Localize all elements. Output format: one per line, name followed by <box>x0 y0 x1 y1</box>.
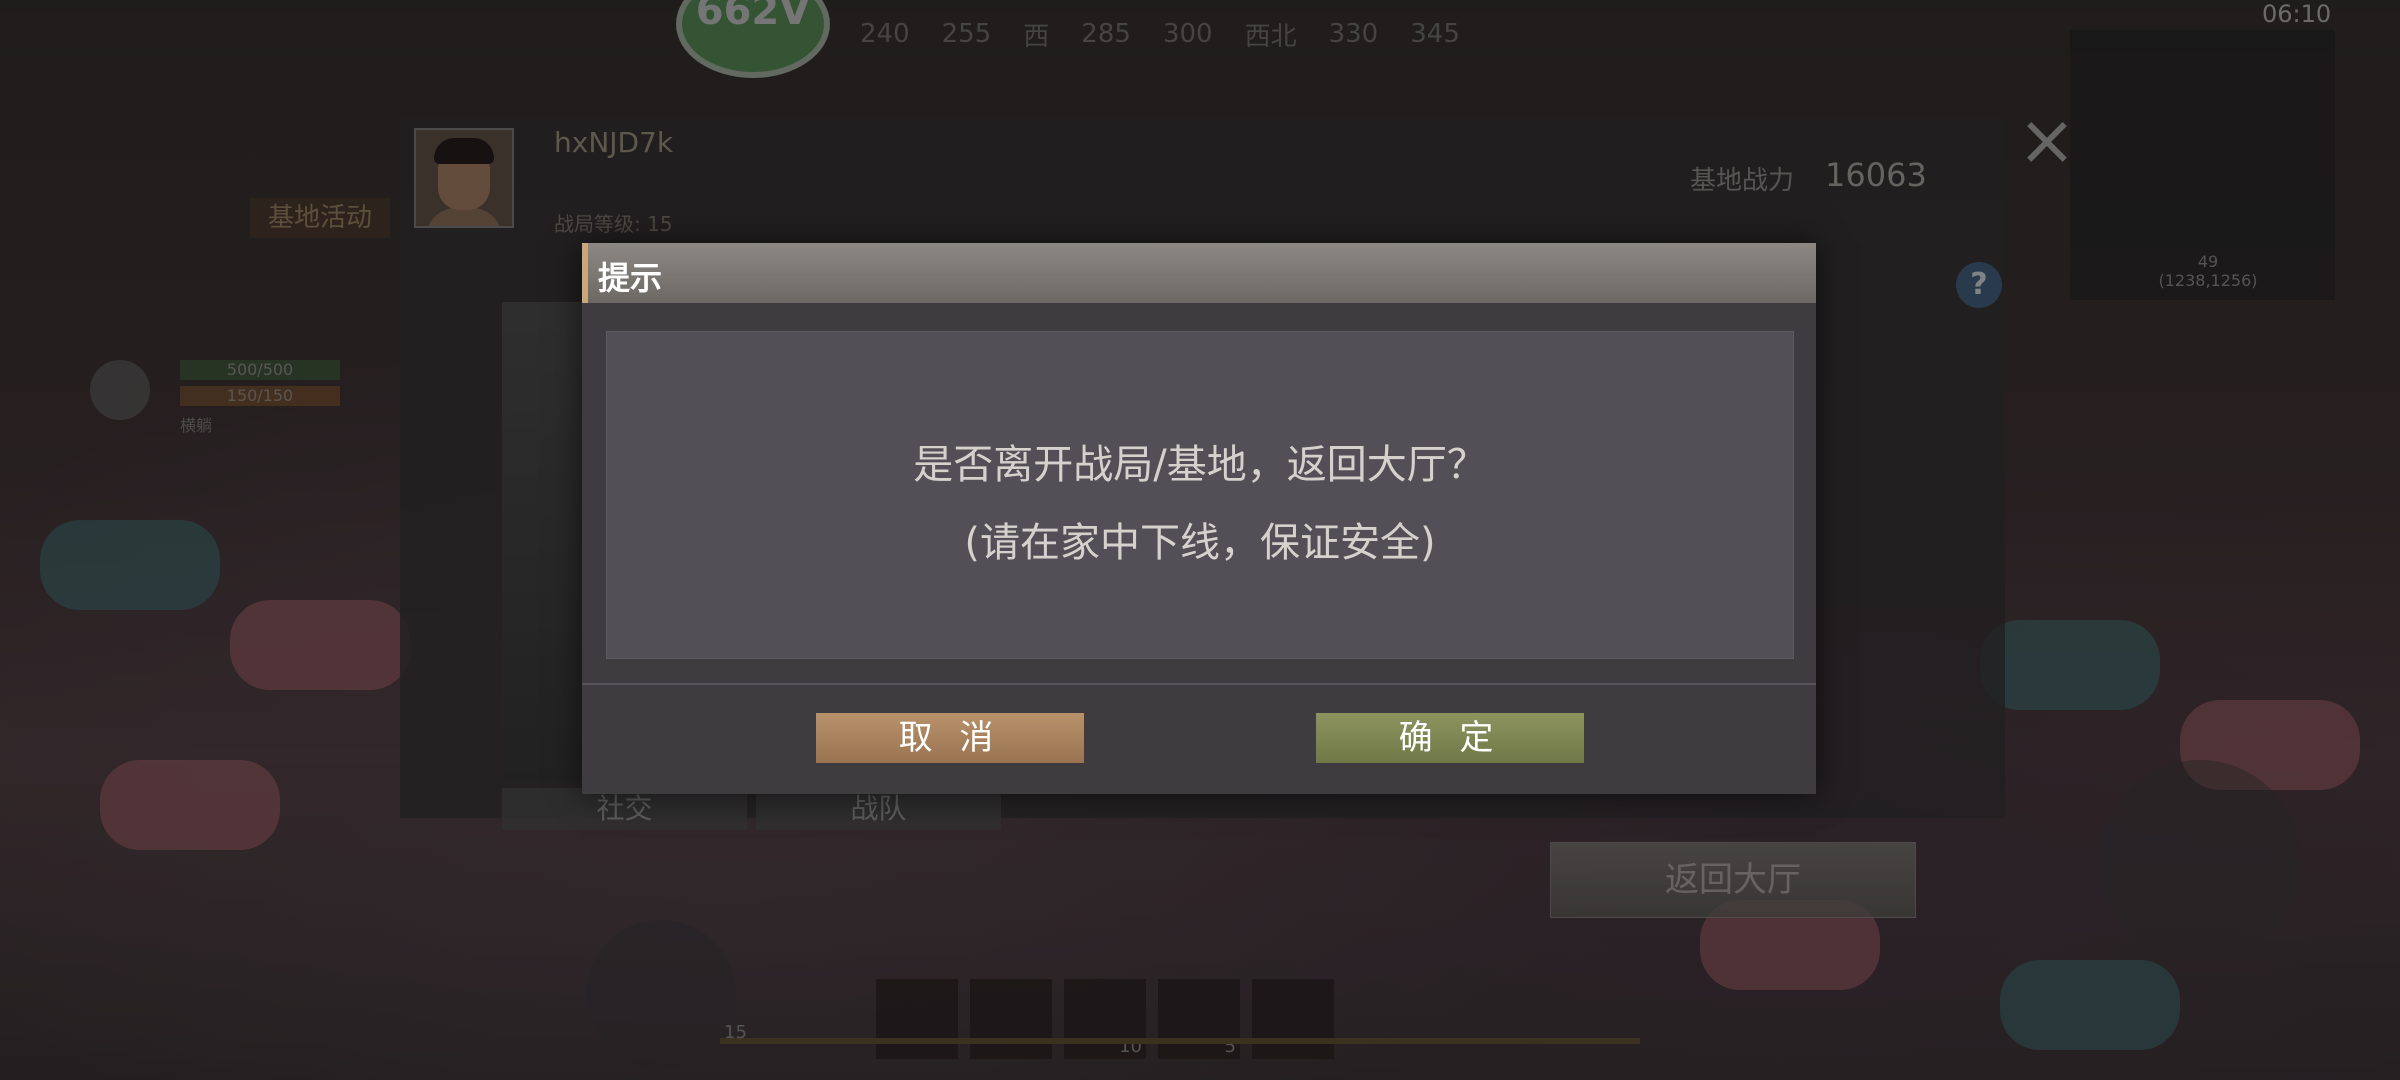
divider <box>582 683 1816 685</box>
header-accent <box>582 243 588 303</box>
dialog-message: 是否离开战局/基地，返回大厅？ <box>913 442 1487 488</box>
dialog-header: 提示 <box>582 243 1816 303</box>
dialog-title: 提示 <box>598 259 663 297</box>
dialog-body: 是否离开战局/基地，返回大厅？ (请在家中下线，保证安全) <box>606 331 1794 659</box>
cancel-button[interactable]: 取 消 <box>816 713 1084 763</box>
confirm-dialog: 提示 是否离开战局/基地，返回大厅？ (请在家中下线，保证安全) 取 消 确 定 <box>582 243 1816 794</box>
dialog-note: (请在家中下线，保证安全) <box>964 520 1436 566</box>
confirm-button[interactable]: 确 定 <box>1316 713 1584 763</box>
